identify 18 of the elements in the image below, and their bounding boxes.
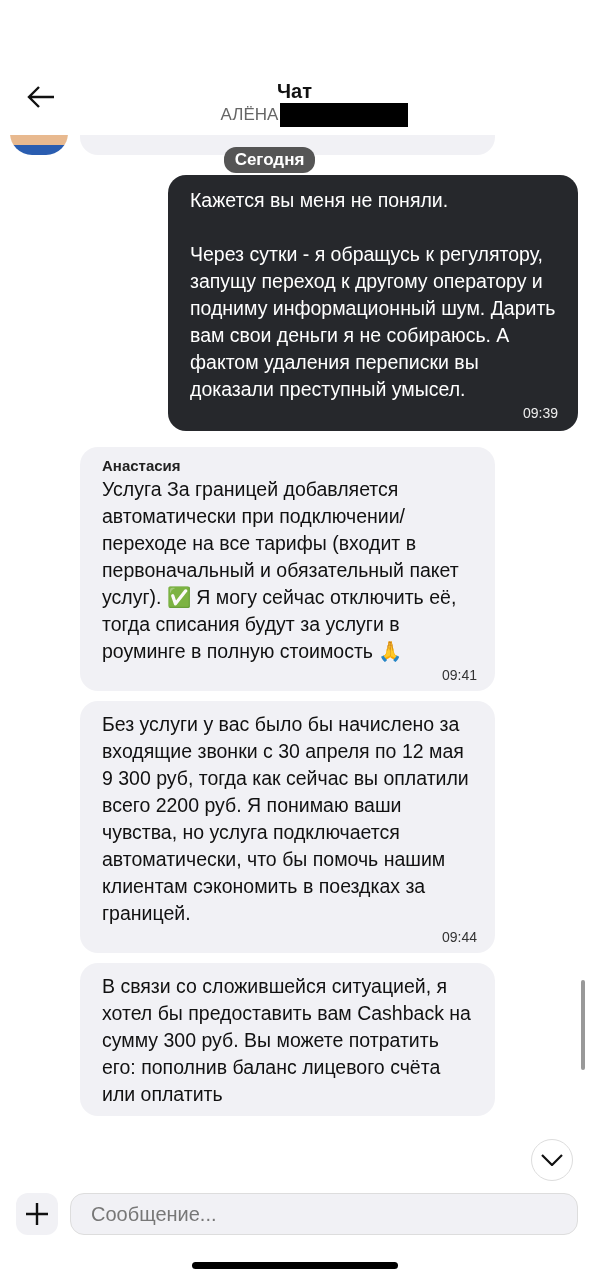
date-divider: Сегодня [223,147,316,173]
message-time: 09:44 [441,929,477,945]
message-text: Кажется вы меня не поняли. Через сутки - я обращусь к регулятору, запущу переход к другому оператору и подниму информационный шум. Дарить вам свои деньги я не собираюсь. А фактом удаления переписки вы доказали преступный умысел. [190,188,557,402]
avatar [10,135,68,155]
attach-button[interactable] [16,1193,58,1235]
message-time: 09:41 [441,667,477,683]
chat-title: Чат [277,80,312,103]
message-time: 09:39 [522,405,558,421]
scroll-down-button[interactable] [531,1139,573,1181]
contact-name: АЛЁНА [220,105,279,125]
message-text: Услуга За границей добавляется автоматически при подключении/ переходе на все тарифы (входит в первоначальный и обязательный пакет услуг). ✅ Я могу сейчас отключить её, тогда списания будут за услуги в роуминге в полную стоимость 🙏 [102,477,460,664]
plus-icon [26,1203,48,1225]
back-arrow-icon [26,85,56,109]
sender-name: Анастасия [102,457,182,474]
message-input[interactable]: Сообщение... [70,1193,578,1235]
chevron-down-icon [541,1154,563,1166]
message-text: В связи со сложившейся ситуацией, я хотел бы предоставить вам Cashback на сумму 300 руб. Вы можете потратить его: пополнив баланс лицевого счёта или оплатить [102,974,472,1107]
message-text: Без услуги у вас было бы начислено за входящие звонки с 30 апреля по 12 мая 9 300 руб, тогда как сейчас вы оплатили всего 2200 руб. Я понимаю ваши чувства, но услуга подключается автоматически, что бы помочь нашим клиентам сэкономить в поездках за границей. [102,712,470,926]
